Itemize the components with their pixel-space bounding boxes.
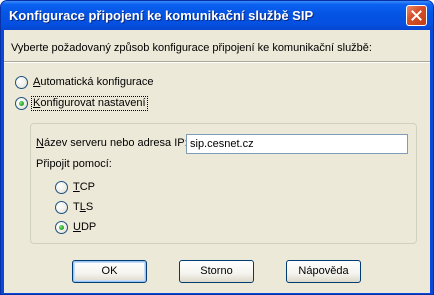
ok-button[interactable]: OK xyxy=(72,260,147,283)
close-button[interactable] xyxy=(406,5,427,26)
connect-via-label: Připojit pomocí: xyxy=(36,158,112,170)
radio-label: UDP xyxy=(73,221,97,233)
close-icon xyxy=(411,10,422,21)
separator xyxy=(4,61,430,63)
radio-selected-dot xyxy=(59,225,64,230)
radio-selected-dot xyxy=(19,101,24,106)
radio-label: Automatická konfigurace xyxy=(33,76,154,88)
title-bar[interactable]: Konfigurace připojení ke komunikační slu… xyxy=(1,1,433,30)
radio-button[interactable] xyxy=(55,221,68,234)
radio-button[interactable] xyxy=(15,76,28,89)
cancel-button[interactable]: Storno xyxy=(179,260,254,283)
instruction-text: Vyberte požadovaný způsob konfigurace př… xyxy=(11,42,372,54)
radio-button[interactable] xyxy=(55,181,68,194)
dialog-window: Konfigurace připojení ke komunikační slu… xyxy=(0,0,434,295)
server-address-label: Název serveru nebo adresa IP: xyxy=(36,137,188,149)
window-title: Konfigurace připojení ke komunikační slu… xyxy=(9,8,314,23)
radio-button[interactable] xyxy=(55,201,68,214)
server-address-input[interactable]: sip.cesnet.cz xyxy=(186,134,408,154)
radio-label: Konfigurovat nastavení xyxy=(31,96,148,111)
radio-label: TLS xyxy=(73,201,94,213)
dialog-body: Vyberte požadovaný způsob konfigurace př… xyxy=(4,30,430,293)
help-button[interactable]: Nápověda xyxy=(286,260,361,283)
radio-button[interactable] xyxy=(15,97,28,110)
radio-label: TCP xyxy=(73,181,96,193)
